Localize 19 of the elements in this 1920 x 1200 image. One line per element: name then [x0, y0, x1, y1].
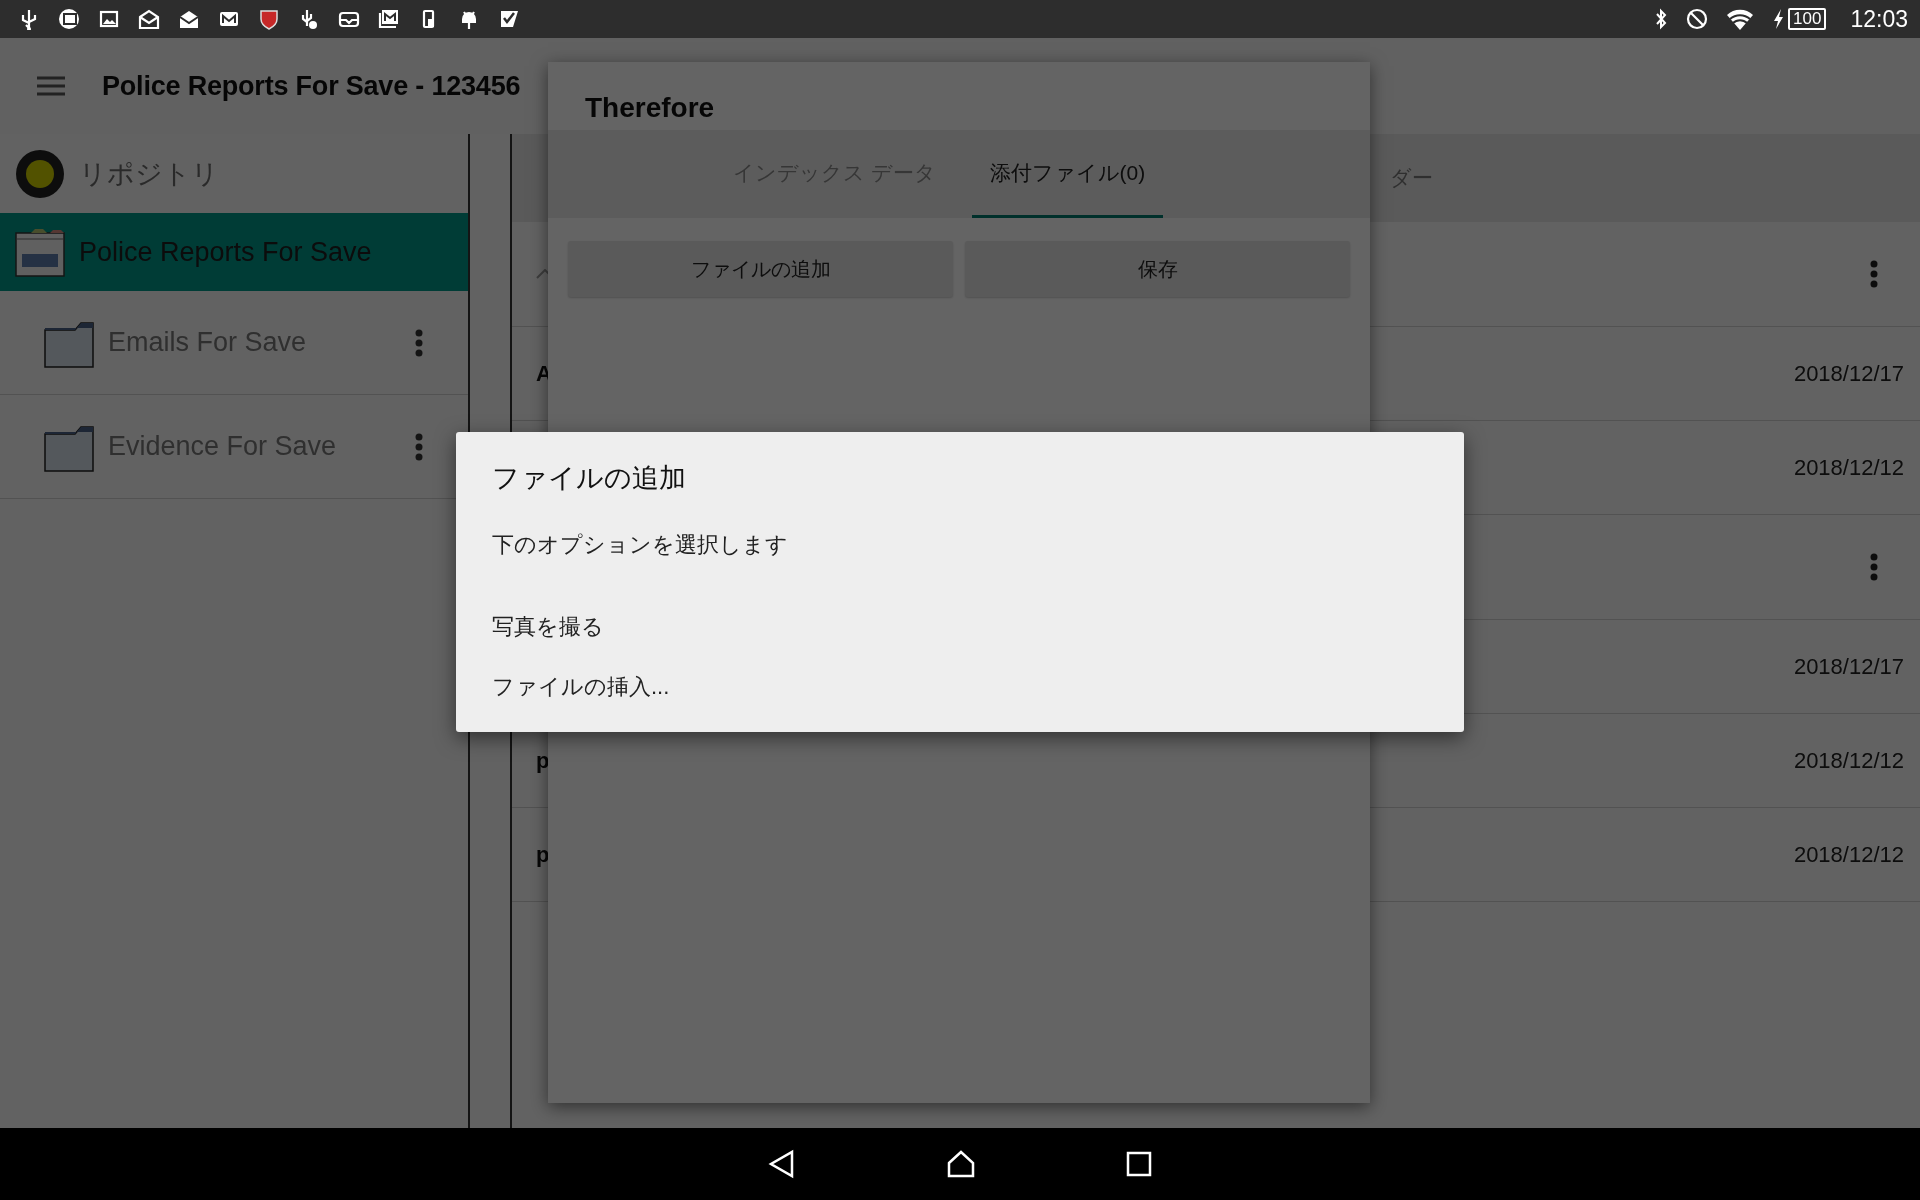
dialog-title: Therefore: [584, 91, 716, 125]
document-name: p: [536, 841, 550, 868]
document-date: 2018/12/12: [1793, 841, 1904, 868]
document-date: 2018/12/12: [1793, 454, 1904, 481]
dialog-option[interactable]: 写真を撮る: [492, 612, 604, 672]
document-date: 2018/12/17: [1793, 360, 1904, 387]
document-date: 2018/12/12: [1793, 747, 1904, 774]
dialog-option[interactable]: ファイルの挿入...: [492, 672, 670, 732]
battery-level: 100: [1788, 8, 1827, 30]
dialog-title: ファイルの追加: [492, 462, 686, 495]
repository-label: リポジトリ: [79, 157, 219, 191]
document-name: p: [536, 747, 550, 774]
dialog-button[interactable]: ファイルの追加: [568, 241, 953, 297]
tab[interactable]: 添付ファイル(0): [971, 130, 1164, 218]
dialog-message: 下のオプションを選択します: [492, 531, 788, 559]
app-title: Police Reports For Save - 123456: [102, 70, 521, 102]
dialog-button[interactable]: 保存: [965, 241, 1350, 297]
document-date: 2018/12/17: [1793, 653, 1904, 680]
clock: 12:03: [1850, 5, 1908, 33]
